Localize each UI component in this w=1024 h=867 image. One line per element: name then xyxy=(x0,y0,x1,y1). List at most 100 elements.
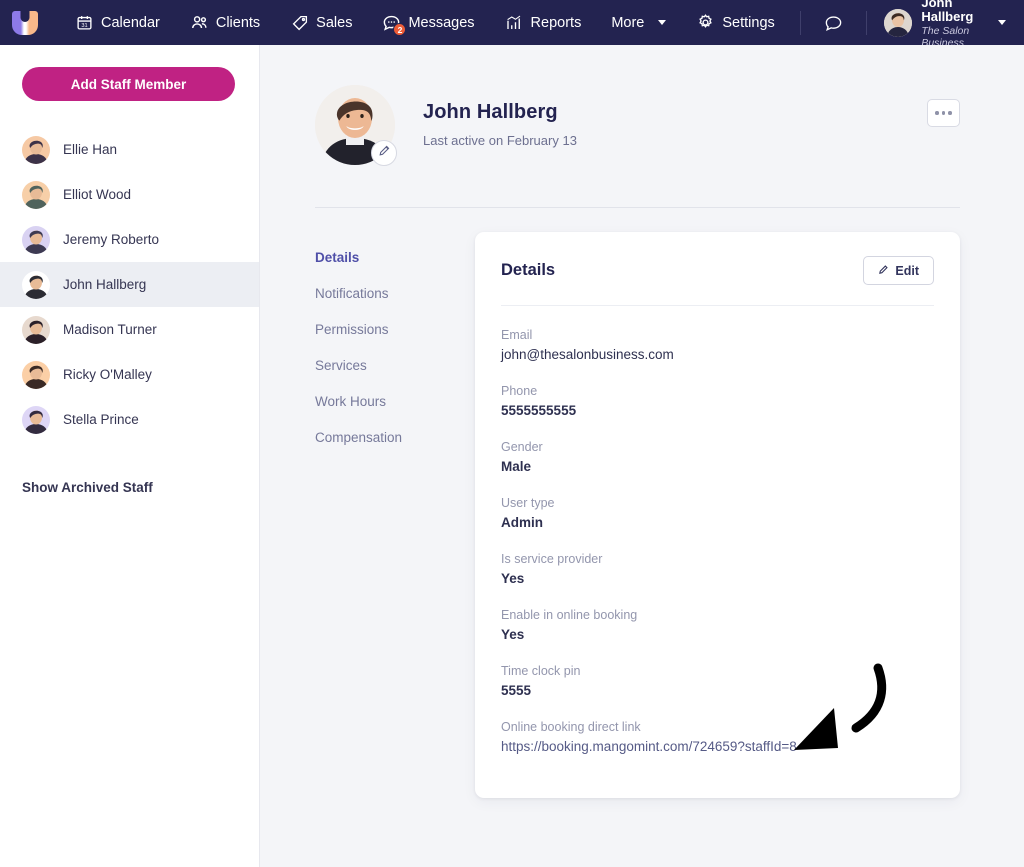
clients-icon xyxy=(190,13,209,32)
nav-label-settings: Settings xyxy=(722,15,774,31)
avatar xyxy=(22,136,50,164)
edit-details-label: Edit xyxy=(895,264,919,278)
details-card-divider xyxy=(501,305,934,306)
staff-list-item-label: Madison Turner xyxy=(63,322,157,337)
detail-field: Enable in online booking Yes xyxy=(501,608,934,642)
subnav-item-details[interactable]: Details xyxy=(315,240,475,276)
caret-down-icon xyxy=(658,20,666,25)
staff-list-item-label: Ellie Han xyxy=(63,142,117,157)
staff-list-item-label: Ricky O'Malley xyxy=(63,367,152,382)
subnav-item-work-hours[interactable]: Work Hours xyxy=(315,384,475,420)
detail-field-label: Online booking direct link xyxy=(501,720,934,734)
staff-list-item-label: Elliot Wood xyxy=(63,187,131,202)
app-root: 31 Calendar Clients xyxy=(0,0,1024,867)
nav-label-clients: Clients xyxy=(216,15,260,31)
staff-list-item[interactable]: Stella Prince xyxy=(0,397,259,442)
top-navigation-bar: 31 Calendar Clients xyxy=(0,0,1024,45)
staff-list-item[interactable]: Ellie Han xyxy=(0,127,259,172)
bar-chart-icon xyxy=(505,13,524,32)
caret-down-icon xyxy=(998,20,1006,25)
detail-field-label: Time clock pin xyxy=(501,664,934,678)
staff-list-item[interactable]: Ricky O'Malley xyxy=(0,352,259,397)
page-body: Add Staff Member Ellie Han Elliot Wood Jer… xyxy=(0,45,1024,867)
detail-field: Email john@thesalonbusiness.com xyxy=(501,328,934,362)
nav-item-messages[interactable]: 2 Messages xyxy=(367,0,489,45)
staff-list-item[interactable]: Elliot Wood xyxy=(0,172,259,217)
detail-field-value: Yes xyxy=(501,627,934,642)
detail-field: Is service provider Yes xyxy=(501,552,934,586)
nav-label-sales: Sales xyxy=(316,15,352,31)
user-account-menu[interactable]: John Hallberg The Salon Business xyxy=(876,0,1010,50)
logo-notch xyxy=(21,11,30,22)
show-archived-staff-link[interactable]: Show Archived Staff xyxy=(0,480,259,495)
nav-item-settings[interactable]: Settings xyxy=(681,0,789,45)
page-title: John Hallberg xyxy=(423,101,577,124)
avatar xyxy=(22,361,50,389)
help-chat-button[interactable] xyxy=(811,0,856,45)
last-active-text: Last active on February 13 xyxy=(423,133,577,148)
messages-unread-badge: 2 xyxy=(393,23,406,36)
nav-item-calendar[interactable]: 31 Calendar xyxy=(60,0,175,45)
tag-icon xyxy=(290,13,309,32)
gear-icon xyxy=(696,13,715,32)
detail-field-label: Is service provider xyxy=(501,552,934,566)
staff-list-item[interactable]: Madison Turner xyxy=(0,307,259,352)
avatar xyxy=(22,226,50,254)
subnav-item-compensation[interactable]: Compensation xyxy=(315,420,475,456)
detail-field: Time clock pin 5555 xyxy=(501,664,934,698)
subnav-item-services[interactable]: Services xyxy=(315,348,475,384)
detail-field-value: Yes xyxy=(501,571,934,586)
main-content: John Hallberg Last active on February 13… xyxy=(260,45,1024,867)
avatar xyxy=(22,406,50,434)
detail-field-label: User type xyxy=(501,496,934,510)
content-row: DetailsNotificationsPermissionsServicesW… xyxy=(260,208,1024,798)
staff-sidebar: Add Staff Member Ellie Han Elliot Wood Jer… xyxy=(0,45,260,867)
detail-field: Phone 5555555555 xyxy=(501,384,934,418)
staff-list: Ellie Han Elliot Wood Jeremy Roberto John H… xyxy=(0,127,259,442)
nav-label-more: More xyxy=(611,15,644,31)
edit-details-button[interactable]: Edit xyxy=(863,256,934,285)
avatar xyxy=(884,9,912,37)
chat-bubble-outline-icon xyxy=(824,13,843,32)
user-text: John Hallberg The Salon Business xyxy=(921,0,982,50)
primary-nav: 31 Calendar Clients xyxy=(60,0,681,45)
edit-avatar-button[interactable] xyxy=(371,140,397,166)
avatar xyxy=(22,316,50,344)
avatar xyxy=(22,181,50,209)
add-staff-member-button[interactable]: Add Staff Member xyxy=(22,67,235,101)
nav-item-more[interactable]: More xyxy=(596,0,681,45)
profile-meta: John Hallberg Last active on February 13 xyxy=(423,85,577,148)
detail-field: Online booking direct link https://bookin… xyxy=(501,720,934,754)
detail-field-label: Phone xyxy=(501,384,934,398)
detail-field-value[interactable]: https://booking.mangomint.com/724659?sta… xyxy=(501,739,934,754)
detail-field-value: Male xyxy=(501,459,934,474)
staff-list-item[interactable]: John Hallberg xyxy=(0,262,259,307)
ellipsis-icon-dot xyxy=(942,111,946,115)
topbar-divider-2 xyxy=(866,11,867,35)
nav-item-clients[interactable]: Clients xyxy=(175,0,275,45)
details-card-header: Details Edit xyxy=(501,256,934,285)
profile-avatar-wrap xyxy=(315,85,395,165)
detail-field-label: Enable in online booking xyxy=(501,608,934,622)
staff-list-item[interactable]: Jeremy Roberto xyxy=(0,217,259,262)
more-options-button[interactable] xyxy=(927,99,960,127)
subnav-item-notifications[interactable]: Notifications xyxy=(315,276,475,312)
detail-field-value: 5555 xyxy=(501,683,934,698)
detail-field-value: 5555555555 xyxy=(501,403,934,418)
topbar-divider-1 xyxy=(800,11,801,35)
staff-list-item-label: Jeremy Roberto xyxy=(63,232,159,247)
section-subnav: DetailsNotificationsPermissionsServicesW… xyxy=(315,232,475,798)
subnav-item-permissions[interactable]: Permissions xyxy=(315,312,475,348)
details-card-title: Details xyxy=(501,261,555,280)
detail-field-value: john@thesalonbusiness.com xyxy=(501,347,934,362)
pencil-icon xyxy=(878,264,889,278)
nav-item-sales[interactable]: Sales xyxy=(275,0,367,45)
ellipsis-icon-dot xyxy=(935,111,939,115)
nav-item-reports[interactable]: Reports xyxy=(490,0,597,45)
avatar xyxy=(22,271,50,299)
detail-field-label: Email xyxy=(501,328,934,342)
mangomint-logo[interactable] xyxy=(12,11,38,35)
user-name: John Hallberg xyxy=(921,0,982,25)
details-field-list: Emailjohn@thesalonbusiness.comPhone55555… xyxy=(501,328,934,754)
nav-label-calendar: Calendar xyxy=(101,15,160,31)
